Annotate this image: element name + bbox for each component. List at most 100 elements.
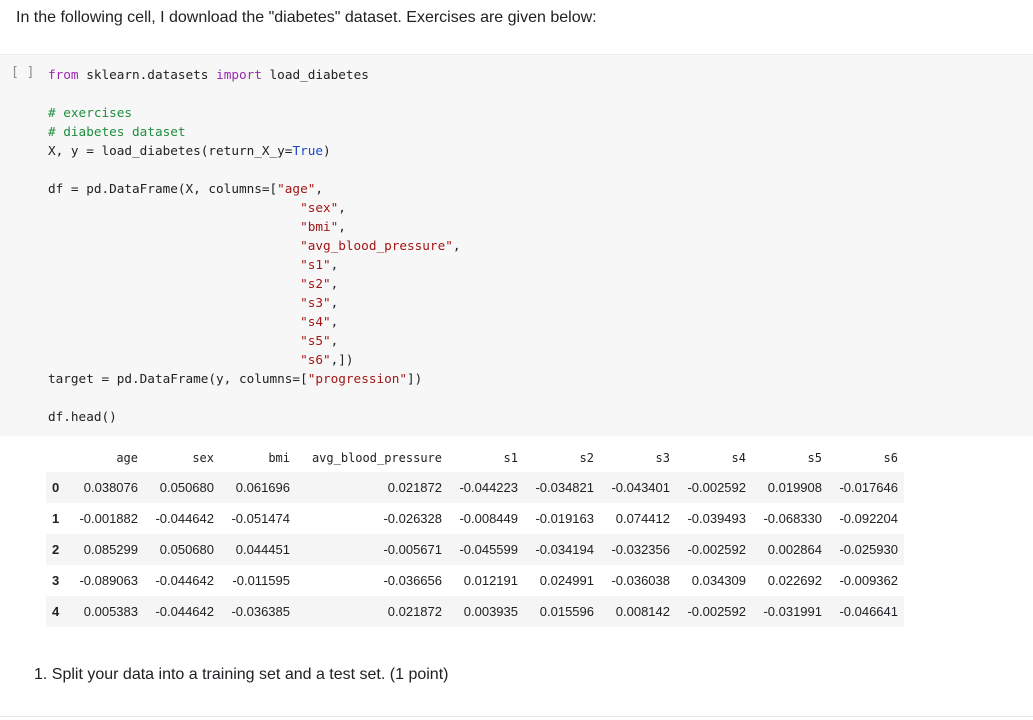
run-cell-button[interactable]: [ ] <box>11 65 34 80</box>
code-token: "s3" <box>300 295 331 310</box>
code-token: "s5" <box>300 333 331 348</box>
code-token: "age" <box>277 181 316 196</box>
code-token: import <box>216 67 262 82</box>
table-cell: -0.017646 <box>828 472 904 503</box>
code-token: load_diabetes <box>261 67 369 82</box>
code-line: target = pd.DataFrame(y, columns=["progr… <box>48 369 461 388</box>
column-header: s2 <box>579 451 594 465</box>
table-cell: 0.002864 <box>752 534 828 565</box>
code-token: "s2" <box>300 276 331 291</box>
table-cell: -0.039493 <box>676 503 752 534</box>
code-line: "s5", <box>48 331 461 350</box>
code-token: , <box>315 181 323 196</box>
code-token: # exercises <box>48 105 133 120</box>
table-cell: -0.008449 <box>448 503 524 534</box>
table-cell: -0.036385 <box>220 596 296 627</box>
table-cell: 0.024991 <box>524 565 600 596</box>
column-header: s6 <box>883 451 898 465</box>
code-token: "avg_blood_pressure" <box>300 238 453 253</box>
table-cell: 0.034309 <box>676 565 752 596</box>
code-editor[interactable]: from sklearn.datasets import load_diabet… <box>48 65 461 426</box>
code-token: ) <box>323 143 331 158</box>
code-token: # diabetes dataset <box>48 124 186 139</box>
cell-output: age sex bmi avg_blood_pressure s1 s2 s3 … <box>46 444 904 627</box>
code-token: , <box>338 200 346 215</box>
table-cell: -0.031991 <box>752 596 828 627</box>
code-line: df = pd.DataFrame(X, columns=["age", <box>48 179 461 198</box>
code-token: df.head() <box>48 409 117 424</box>
code-line: from sklearn.datasets import load_diabet… <box>48 65 461 84</box>
table-cell: -0.044642 <box>144 596 220 627</box>
cell-divider <box>0 716 1033 717</box>
code-line: "s1", <box>48 255 461 274</box>
row-index: 1 <box>46 503 70 534</box>
column-header: avg_blood_pressure <box>311 451 442 465</box>
row-index: 4 <box>46 596 70 627</box>
code-line: # exercises <box>48 103 461 122</box>
code-token: "s1" <box>300 257 331 272</box>
code-token: , <box>330 333 339 348</box>
table-cell: -0.005671 <box>296 534 448 565</box>
code-token: "s6" <box>300 352 331 367</box>
table-cell: 0.008142 <box>600 596 676 627</box>
intro-text: In the following cell, I download the "d… <box>16 9 597 26</box>
column-header: bmi <box>268 451 290 465</box>
code-line: # diabetes dataset <box>48 122 461 141</box>
row-index: 2 <box>46 534 70 565</box>
code-token: df = pd.DataFrame(X, columns=[ <box>48 181 278 196</box>
column-header: s1 <box>503 451 518 465</box>
table-cell: 0.005383 <box>70 596 144 627</box>
table-cell: -0.011595 <box>220 565 296 596</box>
table-cell: 0.050680 <box>144 472 220 503</box>
table-cell: -0.044642 <box>144 565 220 596</box>
code-token: , <box>330 295 339 310</box>
code-token: target = pd.DataFrame(y, columns=[ <box>48 371 308 386</box>
table-row: 3 -0.089063 -0.044642 -0.011595 -0.036656 0.0… <box>46 565 904 596</box>
table-cell: -0.089063 <box>70 565 144 596</box>
table-cell: 0.061696 <box>220 472 296 503</box>
index-header <box>46 444 70 472</box>
table-cell: 0.038076 <box>70 472 144 503</box>
code-line: "sex", <box>48 198 461 217</box>
code-token: X, y = load_diabetes(return_X_y= <box>48 143 293 158</box>
column-header: age <box>116 451 138 465</box>
table-cell: -0.034194 <box>524 534 600 565</box>
column-header: s4 <box>731 451 746 465</box>
table-cell: 0.015596 <box>524 596 600 627</box>
column-header: s5 <box>807 451 822 465</box>
code-line: X, y = load_diabetes(return_X_y=True) <box>48 141 461 160</box>
table-cell: -0.045599 <box>448 534 524 565</box>
table-row: 4 0.005383 -0.044642 -0.036385 0.021872 0.003… <box>46 596 904 627</box>
code-line: "s6",]) <box>48 350 461 369</box>
code-token: "progression" <box>307 371 408 386</box>
table-cell: -0.019163 <box>524 503 600 534</box>
table-cell: -0.046641 <box>828 596 904 627</box>
code-token: , <box>452 238 461 253</box>
code-line: df.head() <box>48 407 461 426</box>
table-cell: 0.019908 <box>752 472 828 503</box>
table-cell: -0.025930 <box>828 534 904 565</box>
column-header: sex <box>192 451 214 465</box>
table-cell: 0.021872 <box>296 596 448 627</box>
table-cell: -0.044223 <box>448 472 524 503</box>
table-cell: -0.036038 <box>600 565 676 596</box>
code-token: ,]) <box>330 352 354 367</box>
code-token: , <box>330 314 339 329</box>
code-cell[interactable]: [ ] from sklearn.datasets import load_di… <box>0 54 1033 436</box>
row-index: 0 <box>46 472 70 503</box>
code-token: "bmi" <box>300 219 339 234</box>
table-cell: -0.068330 <box>752 503 828 534</box>
table-cell: 0.012191 <box>448 565 524 596</box>
code-token: "s4" <box>300 314 331 329</box>
table-cell: 0.085299 <box>70 534 144 565</box>
table-cell: 0.044451 <box>220 534 296 565</box>
table-cell: -0.044642 <box>144 503 220 534</box>
